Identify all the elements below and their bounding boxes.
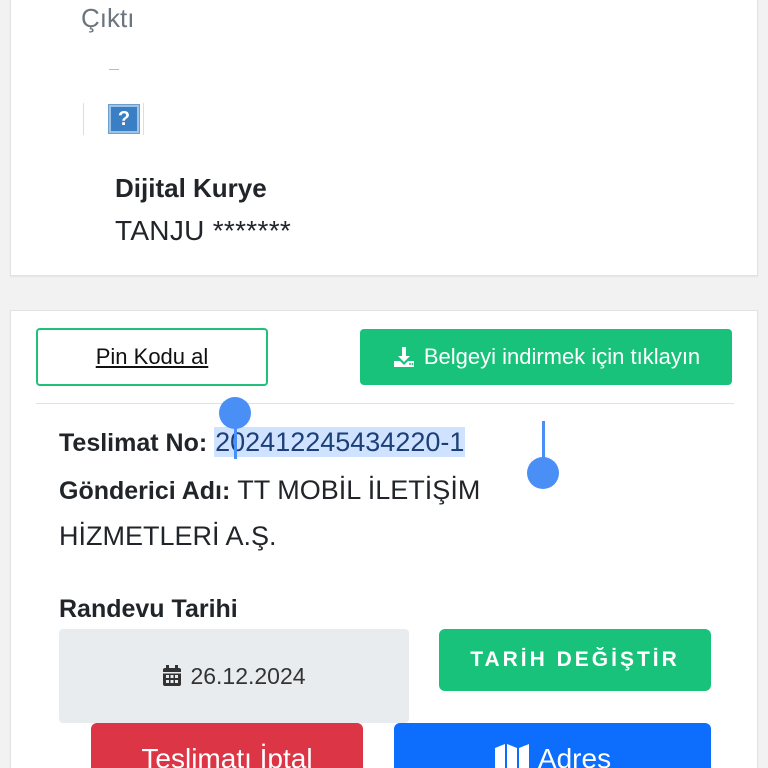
sender-label: Gönderici Adı — [59, 477, 222, 505]
divider — [36, 403, 734, 404]
pin-code-button[interactable]: Pin Kodu al — [36, 328, 268, 386]
output-label: Çıktı — [81, 3, 135, 33]
download-button-label: Belgeyi indirmek için tıklayın — [423, 344, 701, 369]
delivery-number-value[interactable]: 202412245434220-1 — [214, 427, 466, 457]
courier-name: TANJU ******* — [115, 215, 292, 246]
courier-image: ? — [83, 69, 145, 173]
download-icon — [392, 345, 416, 369]
appointment-label: Randevu Tarihi — [59, 595, 238, 623]
delivery-number-label: Teslimat No — [59, 429, 199, 457]
image-frame-edge — [143, 103, 144, 135]
selection-end-handle[interactable] — [527, 421, 561, 493]
appointment-date-value: 26.12.2024 — [190, 662, 306, 689]
address-button-label: Adres — [537, 743, 612, 768]
delivery-card: Pin Kodu al Belgeyi indirmek için tıklay… — [10, 310, 758, 768]
appointment-date-field[interactable]: 26.12.2024 — [59, 629, 409, 723]
download-document-button[interactable]: Belgeyi indirmek için tıklayın — [360, 329, 732, 385]
change-date-button[interactable]: TARİH DEĞİŞTİR — [439, 629, 711, 691]
selection-start-handle[interactable] — [219, 397, 253, 459]
courier-label: Dijital Kurye — [115, 173, 267, 203]
broken-image-icon: ? — [108, 104, 140, 134]
sender-value-line2: HİZMETLERİ A.Ş. — [59, 521, 277, 551]
delivery-number-row: Teslimat No: 202412245434220-1 — [59, 427, 466, 457]
courier-card: Çıktı ? Dijital Kurye TANJU ******* — [10, 0, 758, 276]
calendar-icon — [162, 665, 182, 687]
map-icon — [494, 743, 530, 768]
cancel-delivery-button[interactable]: Teslimatı İptal — [91, 723, 363, 768]
address-button[interactable]: Adres — [394, 723, 711, 768]
sender-value-line1: TT MOBİL İLETİŞİM — [237, 475, 481, 505]
sender-row: Gönderici Adı: TT MOBİL İLETİŞİM — [59, 475, 481, 505]
image-frame-edge — [83, 103, 84, 135]
image-frame-edge — [109, 69, 119, 70]
